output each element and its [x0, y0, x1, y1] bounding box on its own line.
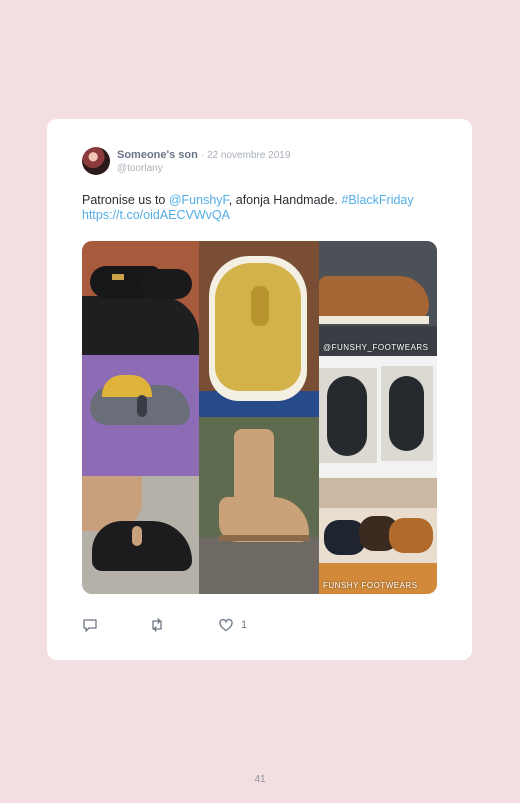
mention-link[interactable]: @FunshyF: [169, 193, 229, 207]
tweet-actions: 1: [82, 617, 442, 633]
photo-gold-slip-on: [199, 241, 319, 417]
reply-icon: [82, 617, 98, 633]
hashtag-link[interactable]: #BlackFriday: [341, 193, 413, 207]
photo-brogue-tan: @FUNSHY_FOOTWEARS: [319, 241, 437, 356]
page-number: 41: [254, 774, 266, 785]
photo-woven-loafers: [319, 356, 437, 478]
like-icon: [218, 617, 234, 633]
tweet-header: Someone's son · 22 novembre 2019 @toorla…: [82, 147, 442, 177]
display-name[interactable]: Someone's son: [117, 149, 198, 161]
tweet-text-part: Patronise us to: [82, 193, 169, 207]
tweet-media-collage[interactable]: @FUNSHY_FOOTWEARS FUNSHY FOOTWEARS: [82, 241, 437, 594]
like-button[interactable]: 1: [218, 617, 247, 633]
photo-black-sandal: [82, 476, 199, 594]
like-count: 1: [241, 619, 248, 631]
photo-loafer-collection: FUNSHY FOOTWEARS: [319, 478, 437, 594]
reply-button[interactable]: [82, 617, 98, 633]
retweet-button[interactable]: [149, 617, 165, 633]
retweet-icon: [149, 617, 165, 633]
photo-suede-boot: [199, 417, 319, 594]
watermark: @FUNSHY_FOOTWEARS: [323, 343, 429, 352]
tweet-date[interactable]: · 22 novembre 2019: [201, 150, 291, 161]
tweet-text: Patronise us to @FunshyF, afonja Handmad…: [82, 193, 442, 223]
user-handle[interactable]: @toorlany: [117, 163, 163, 174]
photo-silver-loafer: [82, 355, 199, 476]
tweet-text-part: , afonja Handmade.: [228, 193, 342, 207]
photo-loafer-on-brick: [82, 241, 199, 355]
tweet-card: Someone's son · 22 novembre 2019 @toorla…: [47, 119, 472, 660]
url-link[interactable]: https://t.co/oidAECVWvQA: [82, 208, 230, 222]
display-name-line: Someone's son · 22 novembre 2019: [117, 149, 290, 161]
avatar[interactable]: [82, 147, 110, 175]
watermark: FUNSHY FOOTWEARS: [323, 581, 418, 590]
